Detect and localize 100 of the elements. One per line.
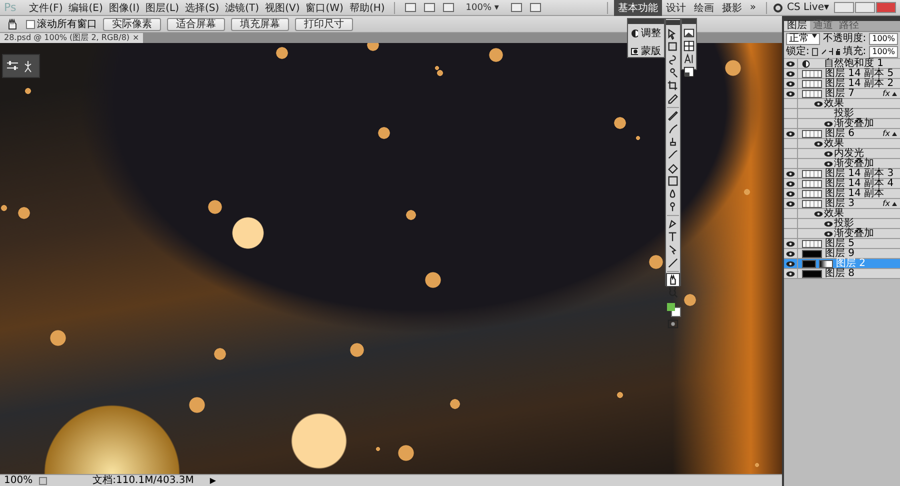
stamp-tool-icon[interactable] xyxy=(667,136,679,148)
layer-row[interactable]: 图层 14 副本 3 xyxy=(784,169,900,179)
type-a-icon[interactable] xyxy=(683,53,695,65)
layer-row[interactable]: 图层 9 xyxy=(784,249,900,259)
quick-mask-icon[interactable] xyxy=(667,318,679,330)
eye-icon[interactable] xyxy=(786,240,795,246)
path-select-tool-icon[interactable] xyxy=(667,244,679,256)
eye-icon[interactable] xyxy=(786,130,795,136)
grid-icon[interactable] xyxy=(683,40,695,52)
layer-row[interactable]: 图层 14 副本 2 xyxy=(784,79,900,89)
eye-icon[interactable] xyxy=(786,70,795,76)
expand-toggle-icon[interactable] xyxy=(892,92,897,96)
menu-item[interactable]: 图像(I) xyxy=(106,0,143,14)
eye-icon[interactable] xyxy=(814,210,823,216)
layer-row[interactable]: 图层 14 副本 5 xyxy=(784,69,900,79)
option-button[interactable]: 打印尺寸 xyxy=(295,18,353,30)
panel-item[interactable]: 蒙版 xyxy=(641,44,661,58)
layer-row[interactable]: 图层 3 fx xyxy=(784,199,900,209)
foreground-swatch[interactable] xyxy=(667,303,675,311)
workspace-button[interactable]: 绘画 xyxy=(690,0,718,16)
option-button[interactable]: 适合屏幕 xyxy=(167,18,225,30)
hand-tool-icon[interactable] xyxy=(667,274,679,286)
opacity-field[interactable]: 100% xyxy=(869,32,898,44)
eye-icon[interactable] xyxy=(786,190,795,196)
menu-item[interactable]: 窗口(W) xyxy=(302,0,346,14)
layer-thumbnail xyxy=(802,130,822,138)
frame-icon[interactable] xyxy=(683,66,695,78)
layer-row[interactable]: 图层 8 xyxy=(784,269,900,279)
sliders-icon[interactable] xyxy=(6,60,19,72)
workspace-button[interactable]: 设计 xyxy=(662,0,690,16)
line-tool-icon[interactable] xyxy=(667,257,679,269)
cs-live-icon[interactable] xyxy=(773,2,784,12)
eye-icon[interactable] xyxy=(786,200,795,206)
workspace-button[interactable]: 摄影 xyxy=(718,0,746,16)
brush-tool-icon[interactable] xyxy=(667,123,679,135)
eye-icon[interactable] xyxy=(814,140,823,146)
layer-row[interactable]: 图层 5 xyxy=(784,239,900,249)
restore-button[interactable] xyxy=(855,2,875,13)
layer-row[interactable]: 自然饱和度 1 xyxy=(784,59,900,69)
menu-item[interactable]: 文件(F) xyxy=(26,0,66,14)
effect-name: 效果 xyxy=(824,139,844,148)
lock-icon[interactable] xyxy=(836,48,840,55)
eye-icon[interactable] xyxy=(786,180,795,186)
quick-select-tool-icon[interactable] xyxy=(667,67,679,79)
layer-thumbnail xyxy=(802,170,822,178)
menu-item[interactable]: 选择(S) xyxy=(182,0,222,14)
blend-mode-dropdown[interactable]: 正常 xyxy=(786,32,820,44)
minimize-button[interactable] xyxy=(834,2,854,13)
eyedropper-tool-icon[interactable] xyxy=(667,93,679,105)
document-tab[interactable]: 28.psd @ 100% (图层 2, RGB/8) × xyxy=(0,33,144,43)
panel-item[interactable]: 调整 xyxy=(641,26,661,40)
layer-row[interactable]: 图层 7 fx xyxy=(784,89,900,99)
type-tool-icon[interactable] xyxy=(667,231,679,243)
layer-row[interactable]: 图层 6 fx xyxy=(784,129,900,139)
menu-item[interactable]: 视图(V) xyxy=(262,0,303,14)
workspace-button[interactable]: 基本功能 xyxy=(614,0,662,16)
menu-item[interactable]: 编辑(E) xyxy=(66,0,106,14)
crop-tool-icon[interactable] xyxy=(667,80,679,92)
eye-icon[interactable] xyxy=(824,160,833,166)
menu-item[interactable]: 滤镜(T) xyxy=(222,0,262,14)
eye-icon[interactable] xyxy=(786,60,795,66)
eye-icon[interactable] xyxy=(786,80,795,86)
eye-icon[interactable] xyxy=(824,230,833,236)
expand-toggle-icon[interactable] xyxy=(892,132,897,136)
zoom-level[interactable]: 100% xyxy=(4,476,33,486)
cs-live-menu[interactable]: CS Live▾ xyxy=(783,1,833,14)
eye-icon[interactable] xyxy=(786,260,795,266)
eye-icon[interactable] xyxy=(824,120,833,126)
eye-icon[interactable] xyxy=(786,250,795,256)
lasso-tool-icon[interactable] xyxy=(667,54,679,66)
mask-icon[interactable] xyxy=(631,46,638,56)
fill-field[interactable]: 100% xyxy=(869,46,898,58)
eye-icon[interactable] xyxy=(814,100,823,106)
lock-transparency-icon[interactable] xyxy=(812,48,818,56)
checkbox[interactable] xyxy=(26,20,35,28)
marquee-tool-icon[interactable] xyxy=(667,41,679,53)
adjust-icon[interactable] xyxy=(631,28,638,38)
option-button[interactable]: 填充屏幕 xyxy=(231,18,289,30)
brush-icon[interactable] xyxy=(821,48,826,55)
panel-tab[interactable]: 图层 xyxy=(784,21,810,31)
eye-icon[interactable] xyxy=(824,150,833,156)
history-brush-tool-icon[interactable] xyxy=(667,149,679,161)
zoom-dropdown[interactable]: 100% ▾ xyxy=(466,2,499,12)
menu-item[interactable]: 图层(L) xyxy=(142,0,182,14)
eye-icon[interactable] xyxy=(786,90,795,96)
eye-icon[interactable] xyxy=(824,220,833,226)
eye-icon[interactable] xyxy=(786,270,795,276)
menu-item[interactable]: 帮助(H) xyxy=(346,0,388,14)
eye-icon[interactable] xyxy=(786,170,795,176)
more-workspaces-button[interactable]: » xyxy=(746,1,760,14)
layer-name: 图层 5 xyxy=(825,239,856,248)
option-button[interactable]: 实际像素 xyxy=(103,18,161,30)
info-icon[interactable] xyxy=(38,476,47,484)
expand-toggle-icon[interactable] xyxy=(892,202,897,206)
tab-close-button[interactable]: × xyxy=(132,33,140,43)
layer-row[interactable]: 图层 14 副本 4 xyxy=(784,179,900,189)
layer-row[interactable]: 图层 14 副本 xyxy=(784,189,900,199)
image-icon[interactable] xyxy=(683,27,695,39)
pen-tool-icon[interactable] xyxy=(667,218,679,230)
status-menu-arrow[interactable]: ▶ xyxy=(210,476,216,486)
